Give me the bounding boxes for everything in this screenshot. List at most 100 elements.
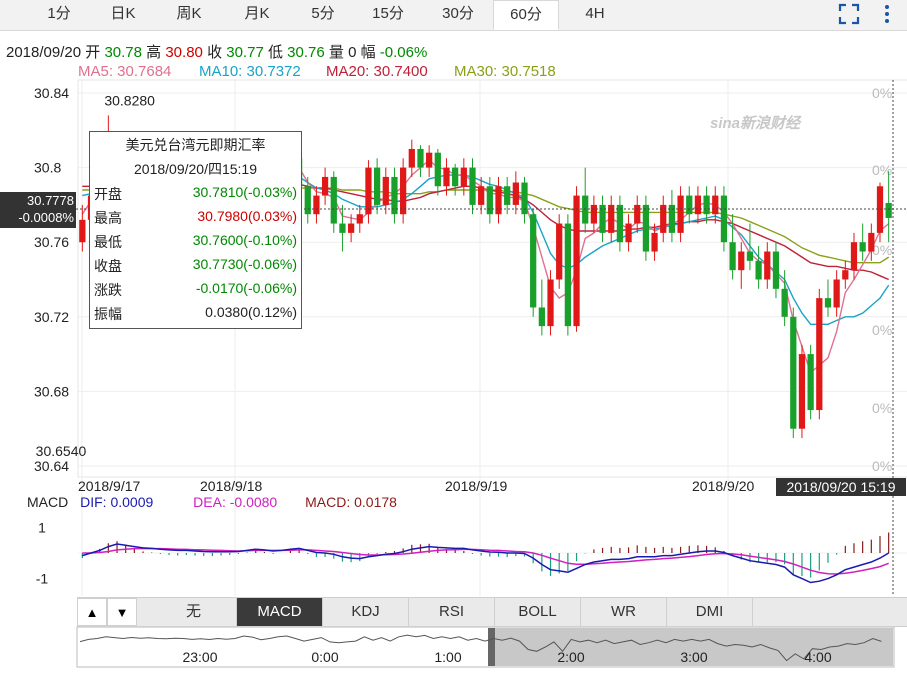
tooltip-row-value: 30.7810(-0.03%) [192,184,297,200]
candle-body [434,152,441,187]
right-tick-label: 0% [872,85,892,101]
right-tick-label: 0% [872,242,892,258]
candle-body [408,148,415,168]
candle-body [538,307,545,327]
candle-body [495,186,502,215]
tooltip-row-value: 0.0380(0.12%) [205,304,297,320]
tooltip-row-label: 最低 [94,234,122,250]
watermark: sina新浪财经 [710,114,802,132]
candle-body [426,152,433,168]
candle-body [634,204,641,224]
candle-body [504,186,511,205]
tooltip-row-value: 30.7980(0.03%) [197,208,297,224]
right-tick-label: 0% [872,458,892,474]
scroll-up-button[interactable]: ▲ [77,598,107,626]
navigator-label: 23:00 [182,649,217,665]
candle-body [590,204,597,224]
candle-body [417,148,424,168]
navigator: 23:00 0:00 1:00 2:00 3:00 4:00 [76,626,895,668]
candle-body [885,203,892,218]
crosshair-pct: -0.0008% [18,210,74,225]
candle-body [712,195,719,215]
candle-body [850,242,858,271]
candle-body [746,251,754,261]
candle-body [868,232,875,252]
candle-body [729,242,736,271]
x-tick-label: 2018/9/18 [200,478,262,494]
scroll-down-button[interactable]: ▼ [107,598,137,626]
y-tick-label: 30.84 [34,85,69,101]
candle-body [694,195,702,215]
indicator-tab-none[interactable]: 无 [151,598,237,626]
candle-body [625,223,632,243]
indicator-tab-macd[interactable]: MACD [237,598,323,626]
candle-body [807,354,814,411]
indicator-tab-kdj[interactable]: KDJ [323,598,409,626]
macd-value-legend: MACD: 0.0178 [305,494,397,510]
candle-body [573,195,580,327]
tooltip-row: 开盘 30.7810(-0.03%) [94,184,297,204]
candle-body [339,223,346,233]
candle-body [642,204,650,252]
y-tick-label: 30.68 [34,383,69,399]
navigator-label: 0:00 [311,649,338,665]
indicator-tab-rsi[interactable]: RSI [409,598,495,626]
candle-body [313,195,320,215]
candle-body [512,182,519,205]
macd-tick-label: -1 [36,571,49,587]
candle-body [764,251,771,280]
tooltip-row-label: 收盘 [94,258,122,274]
tooltip-row-value: 30.7730(-0.06%) [192,256,297,272]
candle-body [582,195,589,224]
tooltip-row-label: 涨跌 [94,282,122,298]
data-tooltip: 美元兑台湾元即期汇率 2018/09/20/四15:19 开盘 30.7810(-… [89,131,302,329]
tooltip-row-value: -0.0170(-0.06%) [195,280,297,296]
candle-body [460,167,467,187]
candle-body [677,195,684,233]
y-tick-label: 30.64 [34,458,69,474]
macd-tick-label: 1 [38,519,46,535]
indicator-tab-dmi[interactable]: DMI [667,598,753,626]
y-axis-ticks: 30.84 30.8 30.76 30.72 30.68 30.64 [34,85,69,474]
x-axis-labels: 2018/9/17 2018/9/18 2018/9/19 2018/9/20 [78,478,754,494]
navigator-label: 4:00 [804,649,831,665]
candle-body [304,186,311,215]
candle-body [564,223,571,327]
candle-body [347,223,355,233]
candle-body [382,176,389,205]
candle-body [321,176,329,196]
y-tick-label: 30.72 [34,309,69,325]
candle-body [400,167,407,215]
indicator-tab-wr[interactable]: WR [581,598,667,626]
crosshair-time-label: 2018/09/20 15:19 [776,478,906,496]
macd-panel: 1 -1 [36,519,907,587]
candlestick-chart[interactable]: sina新浪财经 30.84 30.8 30.76 30.72 30.68 30.64 0… [0,0,907,679]
candle-body [452,167,459,187]
candle-body [772,251,780,289]
candle-body [616,204,624,243]
right-tick-label: 0% [872,400,892,416]
tooltip-row: 涨跌 -0.0170(-0.06%) [94,280,297,300]
candle-body [356,214,363,224]
indicator-tab-boll[interactable]: BOLL [495,598,581,626]
tooltip-row-value: 30.7600(-0.10%) [192,232,297,248]
tooltip-row: 振幅 0.0380(0.12%) [94,304,297,324]
tooltip-title: 美元兑台湾元即期汇率 [125,137,266,153]
y-tick-label: 30.8 [34,160,61,176]
dea-legend: DEA: -0.0080 [193,494,278,510]
candle-body [824,298,832,308]
tooltip-row: 最高 30.7980(0.03%) [94,208,297,228]
max-annotation: 30.8280 [104,92,155,108]
candle-body [547,279,554,327]
dif-legend: DIF: 0.0009 [80,494,154,510]
y-tick-label: 30.76 [34,234,69,250]
candle-body [790,316,797,429]
right-axis-ticks: 0% 0% 0% 0% 0% 0% [872,85,892,474]
tooltip-datetime: 2018/09/20/四15:19 [134,161,257,177]
right-tick-label: 0% [872,162,892,178]
candle-body [443,167,450,187]
candle-body [686,195,693,215]
navigator-label: 3:00 [680,649,707,665]
macd-legend: MACD DIF: 0.0009 DEA: -0.0080 MACD: 0.01… [27,494,397,510]
candle-body [374,167,381,205]
